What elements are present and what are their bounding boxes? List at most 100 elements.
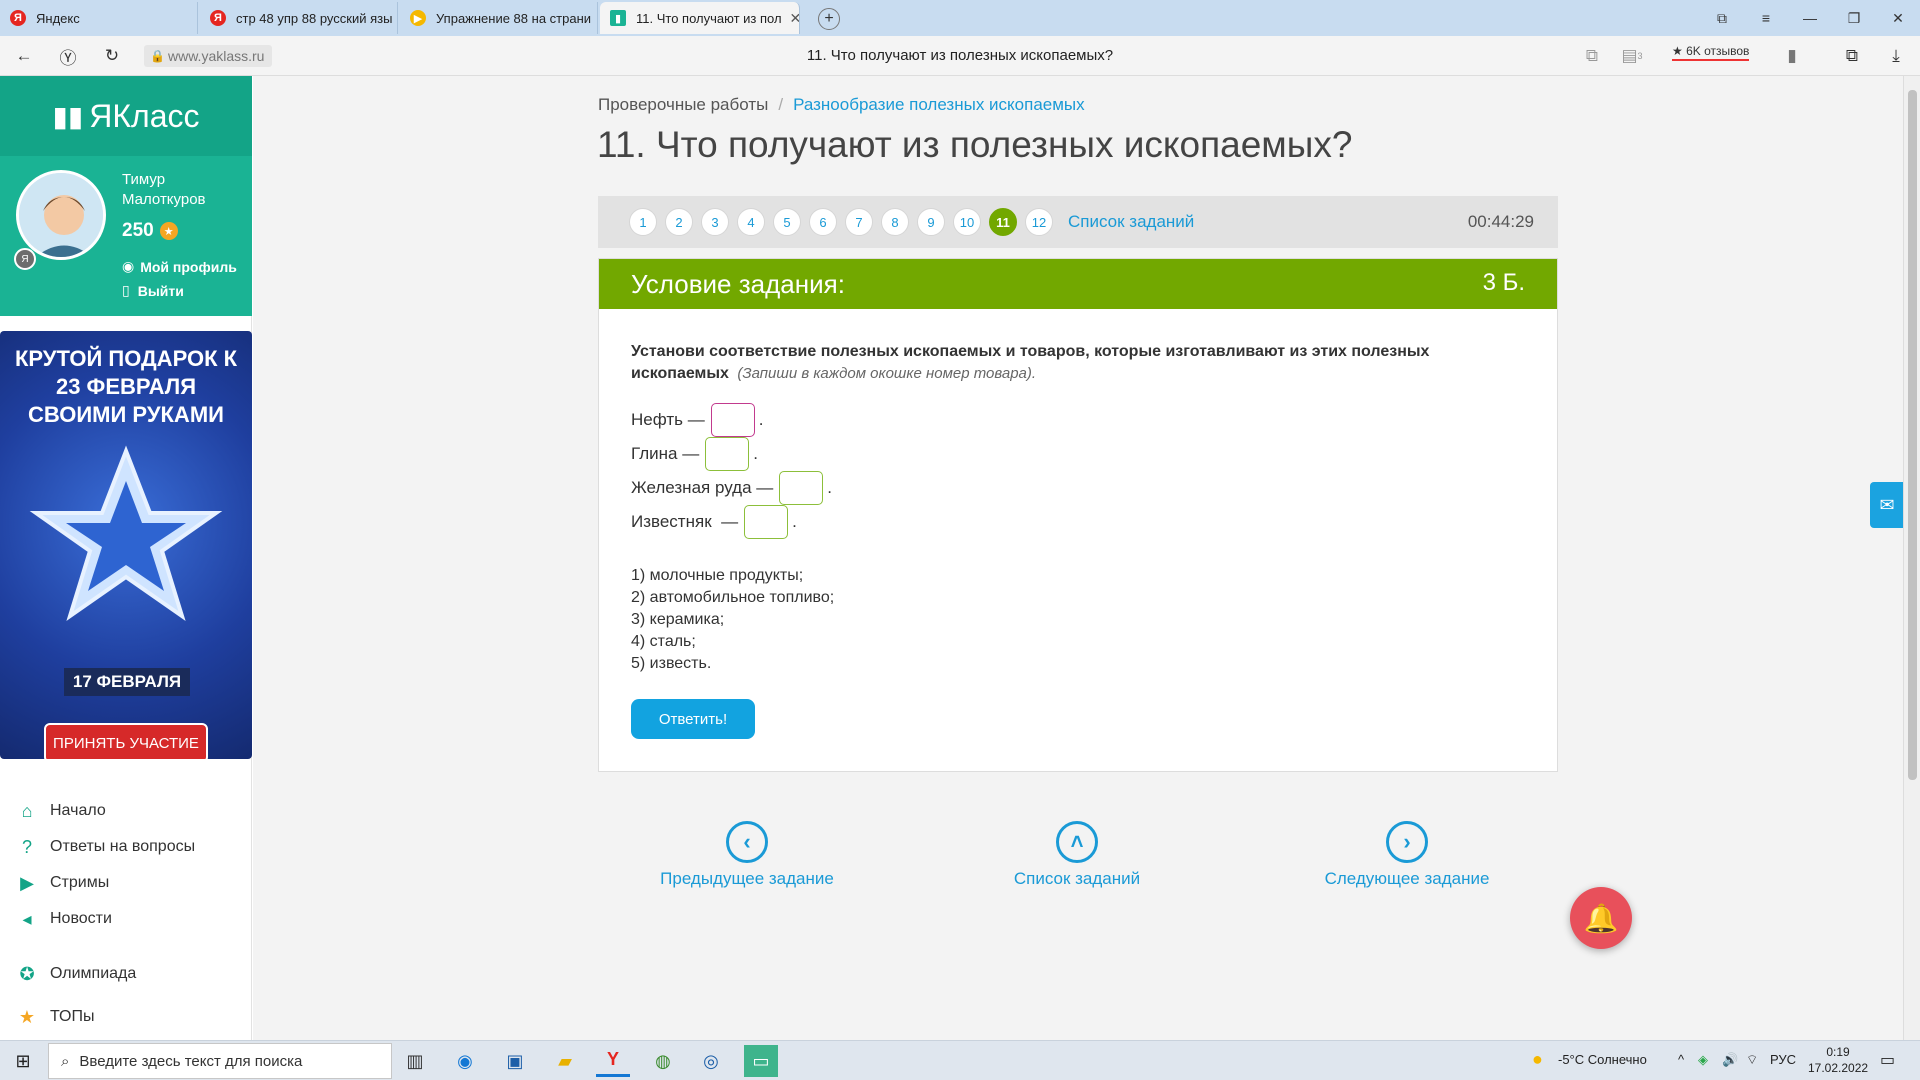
sidebar-item-olympiad[interactable]: ✪ Олимпиада <box>16 961 136 987</box>
tabs-counter-icon[interactable]: ▤ 3 <box>1620 44 1644 68</box>
page-link-10[interactable]: 10 <box>953 208 981 236</box>
windows-taskbar: ⊞ ⌕ Введите здесь текст для поиска ▥ ◉ ▣… <box>0 1040 1920 1080</box>
close-tab-icon[interactable]: ✕ <box>790 10 799 27</box>
clock[interactable]: 0:19 17.02.2022 <box>1808 1044 1868 1076</box>
browser-tab-yaklass[interactable]: ▮ 11. Что получают из пол ✕ <box>600 2 800 34</box>
store-icon[interactable]: ▣ <box>498 1045 532 1077</box>
page-link-5[interactable]: 5 <box>773 208 801 236</box>
news-icon: ◂ <box>22 908 32 929</box>
avatar[interactable] <box>16 170 106 260</box>
bookmarks-panel-icon[interactable]: ⧉ <box>1700 0 1744 36</box>
profile-panel: Я Тимур Малоткуров 250 ★ ◉ Мой профиль ▯… <box>0 156 252 316</box>
main-content: Проверочные работы / Разнообразие полезных… <box>253 76 1903 1040</box>
match-row-oil: Нефть — . <box>631 403 763 437</box>
menu-icon[interactable]: ≡ <box>1744 0 1788 36</box>
weather-text[interactable]: -5°C Солнечно <box>1558 1052 1647 1067</box>
page-link-4[interactable]: 4 <box>737 208 765 236</box>
scrollbar-thumb[interactable] <box>1908 90 1917 780</box>
new-tab-button[interactable]: + <box>818 8 840 30</box>
feedback-mail-icon[interactable]: ✉ <box>1870 482 1904 528</box>
explorer-icon[interactable]: ▰ <box>548 1045 582 1077</box>
yaklass-logo[interactable]: ▮▮ ЯКласс <box>0 76 252 156</box>
breadcrumb-current[interactable]: Разнообразие полезных ископаемых <box>793 95 1085 114</box>
collections-icon[interactable]: ⧉ <box>1840 44 1864 68</box>
premium-badge-icon: Я <box>14 248 36 270</box>
page-link-9[interactable]: 9 <box>917 208 945 236</box>
my-profile-link[interactable]: ◉ Мой профиль <box>122 258 237 275</box>
browser-tab-bar: Я Яндекс Я стр 48 упр 88 русский язы ▶ У… <box>0 0 1920 36</box>
tray-chevron-icon[interactable]: ^ <box>1678 1052 1684 1067</box>
promo-participate-button[interactable]: ПРИНЯТЬ УЧАСТИЕ <box>44 723 208 759</box>
page-scrollbar[interactable] <box>1903 76 1920 1040</box>
book-icon: ▮▮ <box>52 100 84 132</box>
task-view-icon[interactable]: ▥ <box>398 1045 432 1077</box>
points-value: 250 <box>122 220 154 241</box>
task-list-link[interactable]: Список заданий <box>1068 212 1194 232</box>
taskbar-search-input[interactable]: ⌕ Введите здесь текст для поиска <box>48 1043 392 1079</box>
answer-input-iron-ore[interactable] <box>779 471 824 505</box>
browser-tab-russian[interactable]: Я стр 48 упр 88 русский язы <box>200 2 398 34</box>
language-indicator[interactable]: РУС <box>1770 1052 1796 1067</box>
page-link-3[interactable]: 3 <box>701 208 729 236</box>
minimize-icon[interactable]: — <box>1788 0 1832 36</box>
edge-icon[interactable]: ◉ <box>448 1045 482 1077</box>
page-title: 11. Что получают из полезных ископаемых? <box>597 124 1353 165</box>
windows-start-icon[interactable]: ⊞ <box>6 1045 40 1077</box>
tab-title: Яндекс <box>36 10 80 26</box>
reviews-badge[interactable]: ★ 6K отзывов <box>1672 44 1750 61</box>
browser-tab-exercise[interactable]: ▶ Упражнение 88 на страни <box>400 2 598 34</box>
sidebar-item-label: Новости <box>50 910 112 927</box>
search-icon: ⌕ <box>61 1052 70 1070</box>
logout-icon: ▯ <box>122 282 130 298</box>
breadcrumb-root[interactable]: Проверочные работы <box>598 95 768 114</box>
page-link-2[interactable]: 2 <box>665 208 693 236</box>
volume-icon[interactable]: 🔊 <box>1722 1052 1738 1068</box>
option-4: 4) сталь; <box>631 633 696 650</box>
notification-bell-icon[interactable]: 🔔 <box>1570 887 1632 949</box>
sidebar-item-streams[interactable]: ▶ Стримы <box>16 870 109 896</box>
row-period: . <box>758 410 764 429</box>
row-period: . <box>753 444 758 463</box>
sidebar-item-news[interactable]: ◂ Новости <box>16 906 112 932</box>
sidebar-item-answers[interactable]: ? Ответы на вопросы <box>16 834 195 860</box>
page-link-6[interactable]: 6 <box>809 208 837 236</box>
sidebar-item-tops[interactable]: ★ ТОПы <box>16 1004 95 1030</box>
notification-center-icon[interactable]: ▭ <box>1880 1050 1895 1070</box>
torrent-icon[interactable]: ◍ <box>646 1045 680 1077</box>
vpn-app-icon[interactable]: ▭ <box>744 1045 778 1077</box>
user-points: 250 ★ <box>122 220 178 242</box>
prev-task-link[interactable]: ‹ Предыдущее задание <box>647 821 847 889</box>
page-link-7[interactable]: 7 <box>845 208 873 236</box>
match-row-limestone: Известняк — . <box>631 505 797 539</box>
bookmark-icon[interactable]: ▮ <box>1780 44 1804 68</box>
restore-icon[interactable]: ❐ <box>1832 0 1876 36</box>
clock-date: 17.02.2022 <box>1808 1061 1869 1075</box>
answer-input-clay[interactable] <box>705 437 750 471</box>
answer-input-limestone[interactable] <box>744 505 789 539</box>
page-link-12[interactable]: 12 <box>1025 208 1053 236</box>
close-window-icon[interactable]: ✕ <box>1876 0 1920 36</box>
logout-link[interactable]: ▯ Выйти <box>122 282 184 299</box>
yaklass-icon: ▮ <box>610 10 626 26</box>
task-list-nav-link[interactable]: ˄ Список заданий <box>977 821 1177 889</box>
sidebar-item-home[interactable]: ⌂ Начало <box>16 798 106 824</box>
wifi-icon[interactable]: ⌔ <box>1746 1052 1758 1068</box>
page-link-8[interactable]: 8 <box>881 208 909 236</box>
browser-tab-yandex[interactable]: Я Яндекс <box>0 2 198 34</box>
user-first-name: Тимур <box>122 171 166 188</box>
page-link-11-current[interactable]: 11 <box>989 208 1017 236</box>
network-shield-icon[interactable]: ◈ <box>1698 1052 1708 1068</box>
translate-icon[interactable]: ⧉ <box>1580 44 1604 68</box>
download-icon[interactable]: ⤓ <box>1884 44 1908 68</box>
media-icon[interactable]: ◎ <box>694 1045 728 1077</box>
address-bar: ← Ⓨ ↻ 🔒 www.yaklass.ru 11. Что получают … <box>0 36 1920 76</box>
yandex-browser-icon[interactable]: Y <box>596 1045 630 1077</box>
submit-answer-button[interactable]: Ответить! <box>631 699 755 739</box>
page-link-1[interactable]: 1 <box>629 208 657 236</box>
sidebar-item-label: Олимпиада <box>50 965 137 982</box>
promo-banner[interactable]: КРУТОЙ ПОДАРОК К 23 ФЕВРАЛЯ СВОИМИ РУКАМ… <box>0 331 252 759</box>
next-task-link[interactable]: › Следующее задание <box>1307 821 1507 889</box>
answer-input-oil[interactable] <box>710 403 755 437</box>
tab-title: 11. Что получают из пол <box>636 10 782 26</box>
task-condition-title: Условие задания: <box>631 269 845 299</box>
